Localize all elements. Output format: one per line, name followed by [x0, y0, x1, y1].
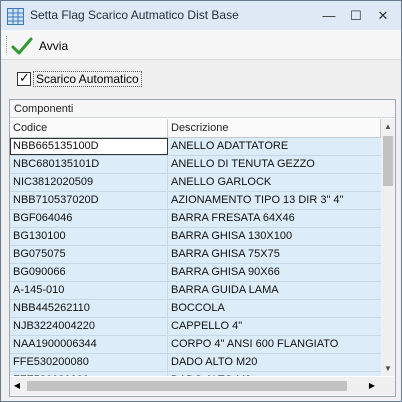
- table-row[interactable]: A-145-010 BARRA GUIDA LAMA: [10, 282, 381, 300]
- table-row[interactable]: NBB445262110 BOCCOLA: [10, 300, 381, 318]
- app-grid-icon: [7, 8, 24, 25]
- avvia-label[interactable]: Avvia: [39, 39, 68, 53]
- table-row[interactable]: NBC680135101D ANELLO DI TENUTA GEZZO: [10, 156, 381, 174]
- horizontal-scroll-thumb[interactable]: [27, 381, 347, 391]
- grid-rows: NBB665135100D ANELLO ADATTATORE NBC6801351…: [10, 138, 381, 376]
- toolbar-grip[interactable]: [6, 36, 10, 53]
- cell-descrizione[interactable]: BARRA GHISA 130X100: [168, 228, 381, 245]
- scroll-up-icon[interactable]: ▲: [381, 119, 395, 134]
- cell-descrizione[interactable]: CORPO 4" ANSI 600 FLANGIATO: [168, 336, 381, 353]
- checkmark-icon: [11, 37, 33, 55]
- cell-codice[interactable]: BG130100: [10, 228, 168, 245]
- cell-descrizione[interactable]: ANELLO DI TENUTA GEZZO: [168, 156, 381, 173]
- componenti-grid: Componenti Codice Descrizione NBB6651351…: [9, 99, 396, 397]
- scroll-down-icon[interactable]: ▼: [381, 361, 395, 376]
- cell-codice[interactable]: NJB3224004220: [10, 318, 168, 335]
- checkbox-check-icon: ✓: [19, 70, 30, 85]
- table-row[interactable]: FFE530200080 DADO ALTO M20: [10, 354, 381, 372]
- cell-descrizione[interactable]: BARRA FRESATA 64X46: [168, 210, 381, 227]
- vertical-scroll-thumb[interactable]: [383, 136, 393, 186]
- cell-descrizione[interactable]: ANELLO GARLOCK: [168, 174, 381, 191]
- vertical-scrollbar[interactable]: ▲ ▼: [381, 119, 395, 376]
- cell-descrizione[interactable]: ANELLO ADATTATORE: [168, 138, 381, 155]
- cell-descrizione[interactable]: CAPPELLO 4": [168, 318, 381, 335]
- cell-descrizione[interactable]: DADO ALTO M20: [168, 354, 381, 371]
- column-header-codice[interactable]: Codice: [10, 119, 168, 138]
- scroll-left-icon[interactable]: ◀: [10, 377, 24, 395]
- cell-descrizione[interactable]: BOCCOLA: [168, 300, 381, 317]
- close-button[interactable]: ✕: [372, 6, 394, 26]
- window-title: Setta Flag Scarico Autmatico Dist Base: [30, 8, 239, 22]
- table-row[interactable]: NBB665135100D ANELLO ADATTATORE: [10, 138, 381, 156]
- table-row[interactable]: BG090066 BARRA GHISA 90X66: [10, 264, 381, 282]
- cell-codice[interactable]: NAA1900006344: [10, 336, 168, 353]
- cell-codice[interactable]: NBC680135101D: [10, 156, 168, 173]
- table-row[interactable]: BGF064046 BARRA FRESATA 64X46: [10, 210, 381, 228]
- table-row[interactable]: NIC3812020509 ANELLO GARLOCK: [10, 174, 381, 192]
- cell-codice[interactable]: NBB445262110: [10, 300, 168, 317]
- minimize-button[interactable]: —: [318, 6, 340, 26]
- table-row[interactable]: BG130100 BARRA GHISA 130X100: [10, 228, 381, 246]
- title-bar[interactable]: Setta Flag Scarico Autmatico Dist Base —…: [1, 1, 401, 30]
- cell-descrizione[interactable]: BARRA GHISA 75X75: [168, 246, 381, 263]
- cell-codice[interactable]: NIC3812020509: [10, 174, 168, 191]
- table-row[interactable]: NBB710537020D AZIONAMENTO TIPO 13 DIR 3" …: [10, 192, 381, 210]
- cell-descrizione[interactable]: AZIONAMENTO TIPO 13 DIR 3" 4": [168, 192, 381, 209]
- cell-codice[interactable]: BGF064046: [10, 210, 168, 227]
- cell-codice[interactable]: NBB665135100D: [10, 138, 168, 155]
- scrollbar-corner: [381, 377, 395, 395]
- scroll-right-icon[interactable]: ▶: [365, 377, 379, 395]
- cell-codice[interactable]: BG075075: [10, 246, 168, 263]
- horizontal-scrollbar[interactable]: ◀ ▶: [10, 377, 381, 395]
- cell-codice[interactable]: FFE530080080: [10, 372, 168, 376]
- scarico-automatico-checkbox[interactable]: ✓: [17, 70, 31, 86]
- cell-codice[interactable]: BG090066: [10, 264, 168, 281]
- maximize-button[interactable]: ☐: [345, 6, 367, 26]
- table-row[interactable]: NJB3224004220 CAPPELLO 4": [10, 318, 381, 336]
- main-window: Setta Flag Scarico Autmatico Dist Base —…: [0, 0, 402, 402]
- cell-descrizione[interactable]: BARRA GHISA 90X66: [168, 264, 381, 281]
- scarico-automatico-label[interactable]: Scarico Automatico: [33, 71, 142, 87]
- cell-descrizione[interactable]: DADO ALTO M8: [168, 372, 381, 376]
- column-header-descrizione[interactable]: Descrizione: [168, 119, 381, 138]
- table-row[interactable]: BG075075 BARRA GHISA 75X75: [10, 246, 381, 264]
- cell-codice[interactable]: NBB710537020D: [10, 192, 168, 209]
- cell-codice[interactable]: A-145-010: [10, 282, 168, 299]
- table-row[interactable]: FFE530080080DADO ALTO M8: [10, 372, 381, 376]
- table-row[interactable]: NAA1900006344 CORPO 4" ANSI 600 FLANGIATO: [10, 336, 381, 354]
- grid-group-header: Componenti: [10, 100, 395, 118]
- cell-descrizione[interactable]: BARRA GUIDA LAMA: [168, 282, 381, 299]
- cell-codice[interactable]: FFE530200080: [10, 354, 168, 371]
